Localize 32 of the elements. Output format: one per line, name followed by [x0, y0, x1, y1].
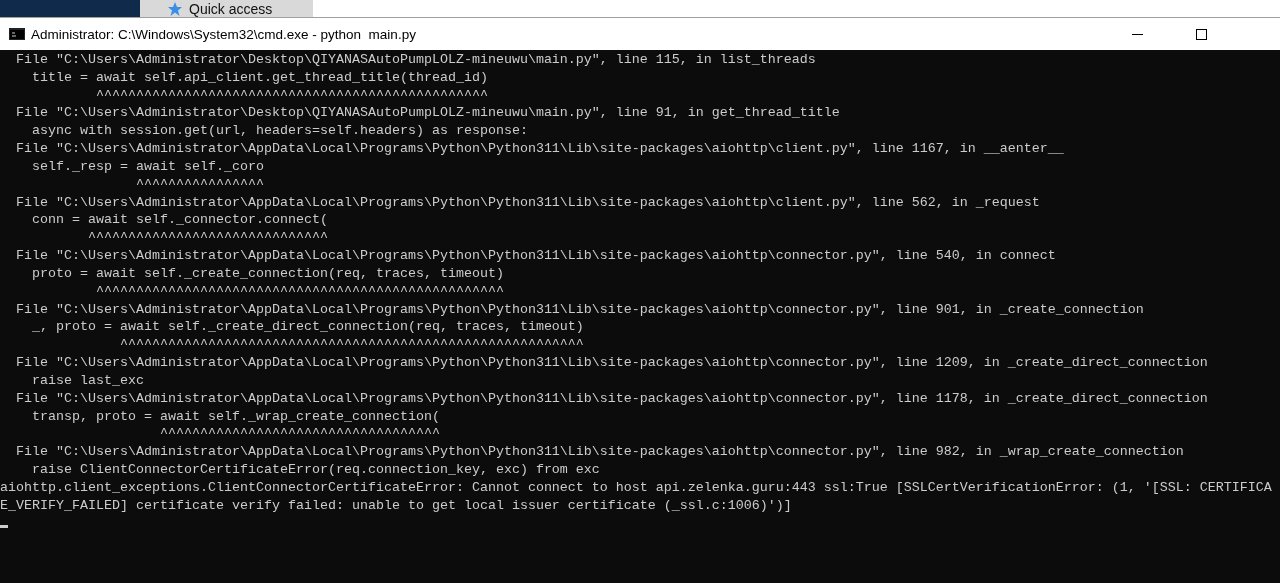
- console-line: E_VERIFY_FAILED] certificate verify failed: unable to get local issuer certificate (_ssl.c:1006)')]: [0, 496, 793, 515]
- star-icon: [167, 0, 183, 17]
- maximize-icon: [1195, 28, 1207, 40]
- console-line: aiohttp.client_exceptions.ClientConnectorCertificateError: Cannot connect to host api.zelenka.guru:443 ssl:True [SSLCertVerificationError: (1, '[SSL: CERTIFICA: [0, 478, 1273, 497]
- console-line: raise ClientConnectorCertificateError(req.connection_key, exc) from exc: [31, 461, 601, 479]
- console-line: ^^^^^^^^^^^^^^^^: [134, 175, 265, 194]
- console-line: File "C:\Users\Administrator\AppData\Local\Programs\Python\Python311\Lib\site-packages\aiohttp\connector.py", line 540, in connect: [15, 247, 1057, 265]
- console-line: ^^^^^^^^^^^^^^^^^^^^^^^^^^^^^^: [86, 229, 329, 248]
- console-line: raise last_exc: [31, 371, 145, 390]
- console-line: File "C:\Users\Administrator\AppData\Local\Programs\Python\Python311\Lib\site-packages\aiohttp\client.py", line 1167, in __aenter__: [15, 140, 1065, 158]
- quick-access-item[interactable]: Quick access: [140, 0, 313, 17]
- text-cursor: [0, 524, 8, 528]
- console-line: File "C:\Users\Administrator\AppData\Local\Programs\Python\Python311\Lib\site-packages\aiohttp\connector.py", line 1209, in _create_direct_connection: [15, 354, 1209, 372]
- console-line: File "C:\Users\Administrator\Desktop\QIYANASAutoPumpLOLZ-mineuwu\main.py", line 115, in list_threads: [15, 51, 817, 69]
- console-line: self._resp = await self._coro: [31, 157, 265, 176]
- console-line: File "C:\Users\Administrator\Desktop\QIYANASAutoPumpLOLZ-mineuwu\main.py", line 91, in get_thread_title: [15, 104, 841, 123]
- console-line: File "C:\Users\Administrator\AppData\Local\Programs\Python\Python311\Lib\site-packages\aiohttp\connector.py", line 901, in _create_connection: [15, 300, 1145, 319]
- console-line: File "C:\Users\Administrator\AppData\Local\Programs\Python\Python311\Lib\site-packages\aiohttp\connector.py", line 982, in _wrap_create_connection: [15, 443, 1185, 462]
- console-line: ^^^^^^^^^^^^^^^^^^^^^^^^^^^^^^^^^^^: [158, 425, 441, 444]
- console-line: ^^^^^^^^^^^^^^^^^^^^^^^^^^^^^^^^^^^^^^^^^^^^^^^^^: [94, 86, 489, 105]
- console-line: ^^^^^^^^^^^^^^^^^^^^^^^^^^^^^^^^^^^^^^^^^^^^^^^^^^^: [94, 282, 505, 301]
- console-line: _, proto = await self._create_direct_connection(req, traces, timeout): [31, 318, 585, 337]
- console-line: conn = await self._connector.connect(: [31, 211, 329, 230]
- console-line: proto = await self._create_connection(req, traces, timeout): [31, 264, 505, 283]
- window-title: Administrator: C:\Windows\System32\cmd.exe - python main.py: [31, 26, 417, 42]
- console-line: transp, proto = await self._wrap_create_connection(: [31, 407, 441, 426]
- console-line: async with session.get(url, headers=self.headers) as response:: [31, 122, 529, 141]
- terminal-icon: [9, 28, 25, 40]
- console-line: title = await self.api_client.get_thread_title(thread_id): [31, 68, 489, 87]
- console-line: File "C:\Users\Administrator\AppData\Local\Programs\Python\Python311\Lib\site-packages\aiohttp\client.py", line 562, in _request: [15, 193, 1041, 212]
- console-line: File "C:\Users\Administrator\AppData\Local\Programs\Python\Python311\Lib\site-packages\aiohttp\connector.py", line 1178, in _create_direct_connection: [15, 389, 1209, 408]
- console-line: ^^^^^^^^^^^^^^^^^^^^^^^^^^^^^^^^^^^^^^^^^^^^^^^^^^^^^^^^^^: [118, 336, 585, 355]
